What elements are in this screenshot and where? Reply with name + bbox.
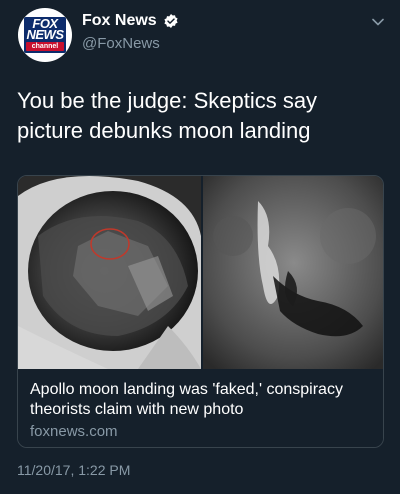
- link-card[interactable]: Apollo moon landing was 'faked,' conspir…: [17, 175, 384, 448]
- name-row: Fox News: [82, 11, 179, 31]
- verified-badge-icon: [164, 14, 178, 28]
- display-name[interactable]: Fox News: [82, 12, 157, 30]
- avatar[interactable]: FOX NEWS channel: [18, 8, 72, 62]
- logo-text-news: NEWS: [26, 27, 65, 42]
- chevron-down-icon[interactable]: [370, 14, 386, 30]
- card-title[interactable]: Apollo moon landing was 'faked,' conspir…: [30, 380, 375, 420]
- tweet-text: You be the judge: Skeptics say picture d…: [17, 88, 318, 143]
- moon-landing-photo-icon: [18, 176, 383, 369]
- card-domain: foxnews.com: [30, 423, 118, 440]
- tweet-header: FOX NEWS channel Fox News @FoxNews: [0, 0, 400, 70]
- card-body[interactable]: Apollo moon landing was 'faked,' conspir…: [18, 370, 383, 447]
- tweet-timestamp[interactable]: 11/20/17, 1:22 PM: [17, 462, 130, 478]
- fox-news-logo-icon: FOX NEWS channel: [24, 17, 66, 53]
- logo-text-channel: channel: [26, 42, 64, 51]
- handle[interactable]: @FoxNews: [82, 35, 160, 52]
